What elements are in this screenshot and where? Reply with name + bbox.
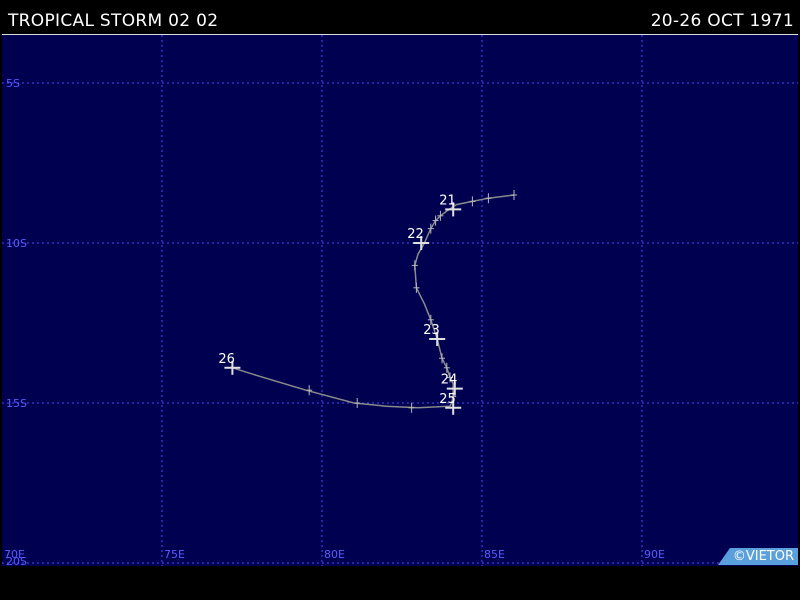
header-bar: TROPICAL STORM 02 02 20-26 OCT 1971 bbox=[0, 0, 800, 33]
date-range: 20-26 OCT 1971 bbox=[650, 11, 794, 31]
longitude-label: 90E bbox=[644, 548, 665, 561]
copyright-badge: ©VIETOR bbox=[718, 548, 798, 565]
day-label: 25 bbox=[439, 392, 456, 407]
day-label: 24 bbox=[441, 373, 458, 388]
day-label: 26 bbox=[218, 352, 235, 367]
longitude-label: 75E bbox=[164, 548, 185, 561]
day-label: 21 bbox=[439, 193, 456, 208]
latitude-label: 5S bbox=[6, 77, 20, 90]
latitude-label: 15S bbox=[6, 397, 27, 410]
storm-title: TROPICAL STORM 02 02 bbox=[8, 11, 219, 31]
latitude-label: 10S bbox=[6, 237, 27, 250]
day-label: 22 bbox=[407, 227, 424, 242]
footer-bar bbox=[0, 566, 800, 600]
track-map: 70E 75E 80E 85E 90E 5S 10S 15S 20S 21 22 23 24 25 26 bbox=[2, 34, 798, 566]
day-label: 23 bbox=[423, 323, 440, 338]
longitude-label: 80E bbox=[324, 548, 345, 561]
longitude-label: 85E bbox=[484, 548, 505, 561]
storm-track-line bbox=[232, 194, 515, 409]
latitude-label: 20S bbox=[6, 555, 27, 566]
map-canvas: 70E 75E 80E 85E 90E5S10S15S20S212223242526 bbox=[2, 35, 798, 566]
